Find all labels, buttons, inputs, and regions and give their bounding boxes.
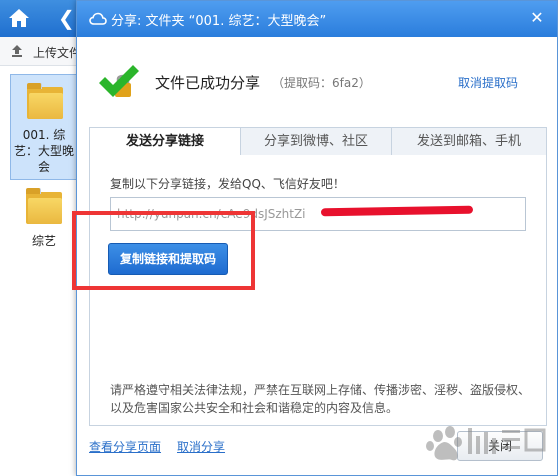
cancel-share-link[interactable]: 取消分享 [177, 438, 225, 455]
tab-weibo-community[interactable]: 分享到微博、社区 [241, 128, 392, 156]
upload-icon[interactable] [10, 44, 24, 58]
dialog-title-bar[interactable]: 分享: 文件夹 “001. 综艺：大型晚会” ✕ [77, 1, 557, 37]
send-link-panel: 复制以下分享链接，发给QQ、飞信好友吧！ http://yunpan.cn/cA… [89, 155, 547, 426]
folder-icon[interactable] [26, 188, 62, 224]
baidu-watermark [426, 426, 546, 461]
extract-code: （提取码：6fa2） [272, 76, 371, 90]
tab-send-link[interactable]: 发送分享链接 [90, 128, 241, 157]
close-icon[interactable]: ✕ [527, 8, 547, 28]
tab-email-phone[interactable]: 发送到邮箱、手机 [392, 128, 546, 156]
legal-notice: 请严格遵守相关法律法规，严禁在互联网上存储、传播涉密、淫秽、盗版侵权、以及危害国… [110, 383, 531, 415]
home-icon[interactable] [8, 8, 30, 28]
highlight-box [72, 211, 255, 290]
upload-button[interactable]: 上传文件 [33, 44, 81, 61]
folder-name: 综艺 [31, 234, 56, 248]
dialog-title: 分享: 文件夹 “001. 综艺：大型晚会” [111, 14, 327, 29]
cloud-icon [89, 12, 107, 25]
copy-instruction: 复制以下分享链接，发给QQ、飞信好友吧！ [110, 177, 345, 191]
back-icon[interactable]: ❮ [58, 6, 78, 30]
share-tabs: 发送分享链接 分享到微博、社区 发送到邮箱、手机 [89, 127, 547, 157]
view-share-page-link[interactable]: 查看分享页面 [89, 438, 161, 455]
selected-folder-name: 001. 综艺：大型晚会 [13, 128, 74, 174]
folder-icon [27, 83, 63, 119]
check-lock-icon [99, 65, 139, 97]
cancel-extract-code-link[interactable]: 取消提取码 [458, 74, 518, 91]
redaction-mark [320, 205, 474, 217]
success-message: 文件已成功分享 [155, 74, 261, 92]
